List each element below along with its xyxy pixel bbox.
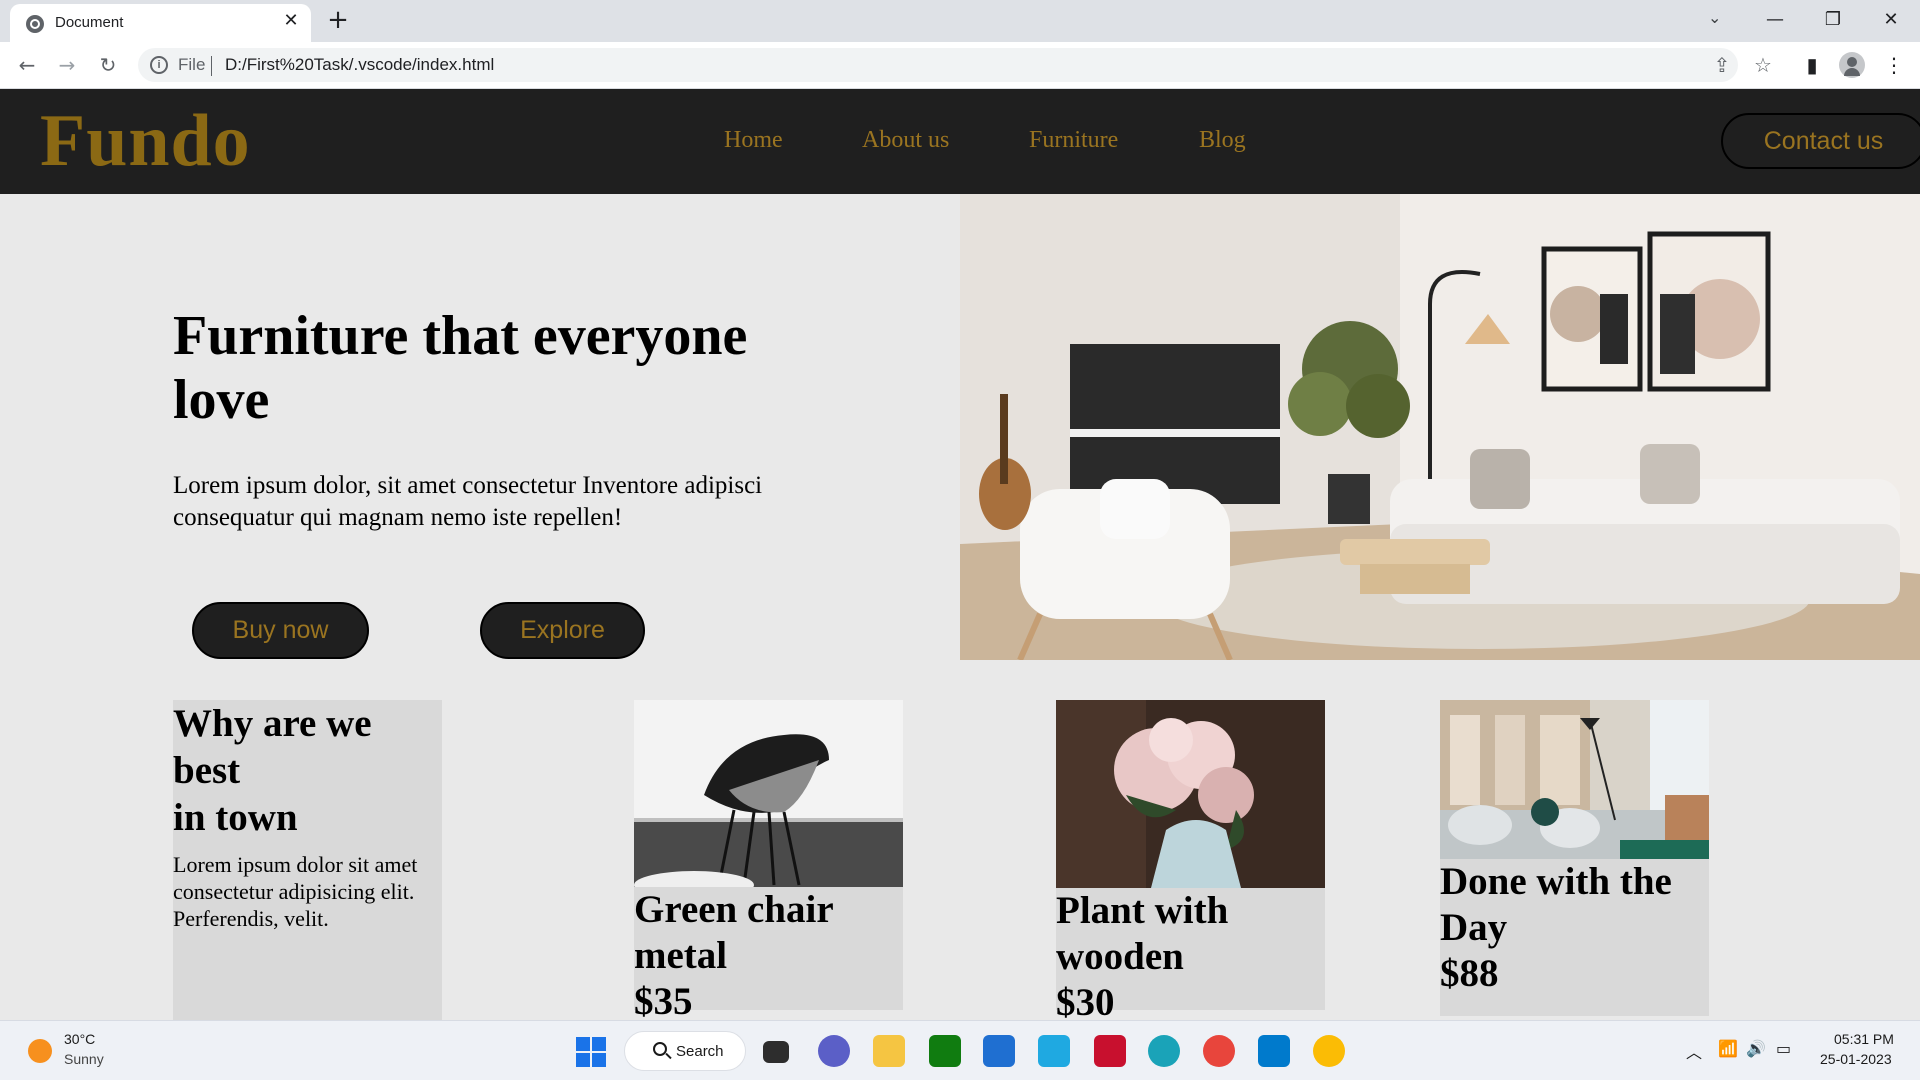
living-room-image — [960, 194, 1920, 660]
contact-us-button[interactable]: Contact us — [1721, 113, 1920, 169]
side-panel-icon[interactable]: ▮ — [1798, 51, 1826, 79]
forward-icon[interactable]: → — [53, 51, 81, 79]
browser-toolbar: ← → ↻ i File D:/First%20Task/.vscode/ind… — [0, 42, 1920, 89]
taskbar-search[interactable]: Search — [624, 1031, 746, 1071]
product-card[interactable]: Done with the Day $88 — [1440, 700, 1709, 1016]
lounge-interior-image — [1440, 700, 1709, 859]
product-title: Done with the Day — [1440, 860, 1672, 949]
restore-button[interactable]: ❐ — [1810, 4, 1856, 36]
site-logo[interactable]: Fundo — [40, 99, 251, 184]
close-window-button[interactable]: ✕ — [1868, 4, 1914, 36]
product-price: $88 — [1440, 952, 1499, 995]
sun-weather-icon[interactable] — [28, 1039, 52, 1063]
url-text[interactable]: D:/First%20Task/.vscode/index.html — [225, 55, 494, 75]
why-title-line-1: Why are we best — [173, 702, 372, 792]
why-title: Why are we best in town — [173, 700, 442, 841]
globe-icon — [26, 15, 44, 33]
tray-chevron-icon[interactable]: ︿ — [1686, 1039, 1702, 1063]
explore-button[interactable]: Explore — [480, 602, 645, 659]
product-title: Green chair metal — [634, 888, 833, 977]
hero-description: Lorem ipsum dolor, sit amet consectetur … — [173, 472, 763, 531]
clock-date[interactable]: 25-01-2023 — [1820, 1051, 1892, 1067]
wifi-icon[interactable]: 📶 — [1718, 1039, 1738, 1058]
bookmark-star-icon[interactable]: ☆ — [1749, 51, 1777, 79]
windows-start-icon[interactable] — [576, 1037, 606, 1067]
chair-image — [634, 700, 903, 887]
product-card[interactable]: Green chair metal $35 — [634, 700, 903, 1023]
search-label: Search — [676, 1043, 724, 1060]
weather-temperature[interactable]: 30°C — [64, 1031, 95, 1047]
product-price: $35 — [634, 980, 693, 1023]
flower-vase-image — [1056, 700, 1325, 888]
share-icon[interactable]: ⇪ — [1708, 51, 1736, 79]
tab-list-chevron-icon[interactable]: ⌄ — [1708, 8, 1721, 27]
why-title-line-2: in town — [173, 796, 298, 839]
feature-cards: Why are we best in town Lorem ipsum dolo… — [0, 660, 1920, 1024]
site-info-icon[interactable]: i — [150, 56, 168, 74]
weather-condition[interactable]: Sunny — [64, 1051, 104, 1067]
site-header: Fundo Home About us Furniture Blog Conta… — [0, 89, 1920, 194]
nav-furniture[interactable]: Furniture — [1029, 127, 1118, 154]
battery-icon[interactable]: ▭ — [1776, 1039, 1791, 1058]
nav-home[interactable]: Home — [724, 127, 783, 154]
browser-tab[interactable]: Document ✕ — [10, 4, 311, 42]
hero-section: Furniture that everyone love Lorem ipsum… — [0, 194, 1920, 660]
os-taskbar: 30°C Sunny Search ︿ 📶 🔊 ▭ 05:31 PM 25-01… — [0, 1020, 1920, 1080]
microsoft-store-icon[interactable] — [983, 1035, 1015, 1067]
launcher-l-icon[interactable] — [1038, 1035, 1070, 1067]
scheme-label: File — [178, 55, 206, 74]
chrome-icon[interactable] — [1203, 1035, 1235, 1067]
why-description: Lorem ipsum dolor sit amet consectetur a… — [173, 852, 418, 931]
address-bar[interactable]: i File D:/First%20Task/.vscode/index.htm… — [138, 48, 1738, 82]
task-view-icon[interactable] — [763, 1041, 789, 1063]
back-icon[interactable]: ← — [13, 51, 41, 79]
browser-tab-bar: Document ✕ + ⌄ — ❐ ✕ — [0, 0, 1920, 42]
nav-about-us[interactable]: About us — [862, 127, 949, 154]
profile-avatar-icon[interactable] — [1839, 52, 1865, 78]
edge-icon[interactable] — [1148, 1035, 1180, 1067]
hero-title: Furniture that everyone love — [173, 305, 748, 431]
address-divider — [211, 56, 212, 76]
reload-icon[interactable]: ↻ — [94, 51, 122, 79]
why-card: Why are we best in town Lorem ipsum dolo… — [173, 700, 442, 1020]
buy-now-button[interactable]: Buy now — [192, 602, 369, 659]
file-explorer-icon[interactable] — [873, 1035, 905, 1067]
vscode-icon[interactable] — [1258, 1035, 1290, 1067]
clock-time[interactable]: 05:31 PM — [1834, 1031, 1894, 1047]
minimize-button[interactable]: — — [1752, 4, 1798, 36]
chrome-active-icon[interactable] — [1313, 1035, 1345, 1067]
search-icon — [653, 1042, 667, 1056]
xbox-icon[interactable] — [929, 1035, 961, 1067]
teams-chat-icon[interactable] — [818, 1035, 850, 1067]
tab-close-icon[interactable]: ✕ — [280, 10, 302, 32]
product-title: Plant with wooden — [1056, 889, 1229, 978]
nav-blog[interactable]: Blog — [1199, 127, 1246, 154]
product-card[interactable]: Plant with wooden $30 — [1056, 700, 1325, 1024]
tab-title: Document — [55, 14, 124, 31]
volume-icon[interactable]: 🔊 — [1746, 1039, 1766, 1058]
new-tab-button[interactable]: + — [324, 6, 352, 34]
mcafee-icon[interactable] — [1094, 1035, 1126, 1067]
browser-menu-icon[interactable]: ⋮ — [1880, 51, 1908, 79]
